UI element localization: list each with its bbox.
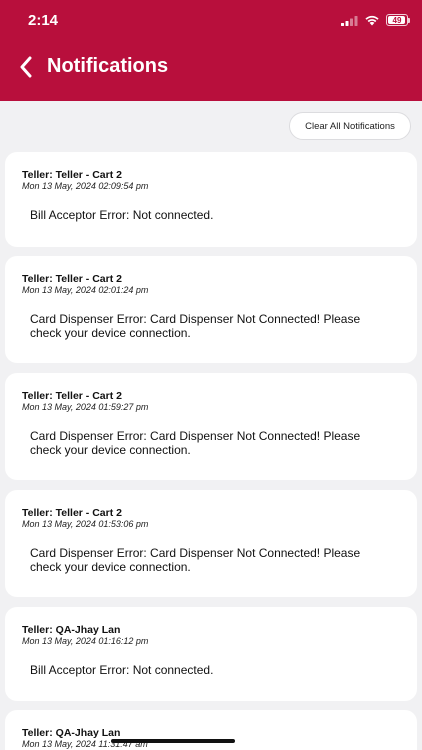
notification-card[interactable]: Teller: QA-Jhay Lan Mon 13 May, 2024 01:… bbox=[5, 607, 417, 701]
notification-message: Card Dispenser Error: Card Dispenser Not… bbox=[30, 429, 361, 457]
notification-time: Mon 13 May, 2024 02:01:24 pm bbox=[22, 285, 149, 295]
notification-title: Teller: QA-Jhay Lan bbox=[22, 624, 121, 636]
wifi-icon bbox=[365, 15, 379, 26]
status-icons: 49 bbox=[341, 14, 410, 26]
battery-level: 49 bbox=[392, 15, 402, 25]
notification-message: Bill Acceptor Error: Not connected. bbox=[30, 663, 214, 677]
notification-time: Mon 13 May, 2024 01:53:06 pm bbox=[22, 519, 149, 529]
notification-card[interactable]: Teller: Teller - Cart 2 Mon 13 May, 2024… bbox=[5, 490, 417, 597]
notification-title: Teller: Teller - Cart 2 bbox=[22, 273, 122, 285]
app-header: 2:14 49 Notifications bbox=[0, 0, 422, 101]
notification-message: Card Dispenser Error: Card Dispenser Not… bbox=[30, 546, 361, 574]
status-bar: 2:14 49 bbox=[0, 0, 422, 44]
notification-card[interactable]: Teller: QA-Jhay Lan Mon 13 May, 2024 11:… bbox=[5, 710, 417, 750]
notification-card[interactable]: Teller: Teller - Cart 2 Mon 13 May, 2024… bbox=[5, 373, 417, 480]
notification-card[interactable]: Teller: Teller - Cart 2 Mon 13 May, 2024… bbox=[5, 152, 417, 247]
cellular-signal-icon bbox=[341, 15, 358, 26]
back-button[interactable] bbox=[12, 52, 40, 82]
notification-time: Mon 13 May, 2024 01:16:12 pm bbox=[22, 636, 149, 646]
notification-time: Mon 13 May, 2024 01:59:27 pm bbox=[22, 402, 149, 412]
status-time: 2:14 bbox=[28, 12, 59, 29]
notification-title: Teller: Teller - Cart 2 bbox=[22, 507, 122, 519]
home-indicator bbox=[111, 739, 235, 743]
battery-icon: 49 bbox=[386, 14, 410, 26]
notification-time: Mon 13 May, 2024 02:09:54 pm bbox=[22, 181, 149, 191]
notification-message: Bill Acceptor Error: Not connected. bbox=[30, 208, 214, 222]
notifications-screen: 2:14 49 Notifications Clear All Notifica… bbox=[0, 0, 422, 750]
page-title: Notifications bbox=[47, 55, 169, 77]
notification-card[interactable]: Teller: Teller - Cart 2 Mon 13 May, 2024… bbox=[5, 256, 417, 363]
notification-title: Teller: QA-Jhay Lan bbox=[22, 727, 121, 739]
chevron-left-icon bbox=[20, 56, 32, 78]
notification-title: Teller: Teller - Cart 2 bbox=[22, 390, 122, 402]
clear-all-notifications-button[interactable]: Clear All Notifications bbox=[289, 112, 411, 140]
notification-title: Teller: Teller - Cart 2 bbox=[22, 169, 122, 181]
notification-message: Card Dispenser Error: Card Dispenser Not… bbox=[30, 312, 361, 340]
